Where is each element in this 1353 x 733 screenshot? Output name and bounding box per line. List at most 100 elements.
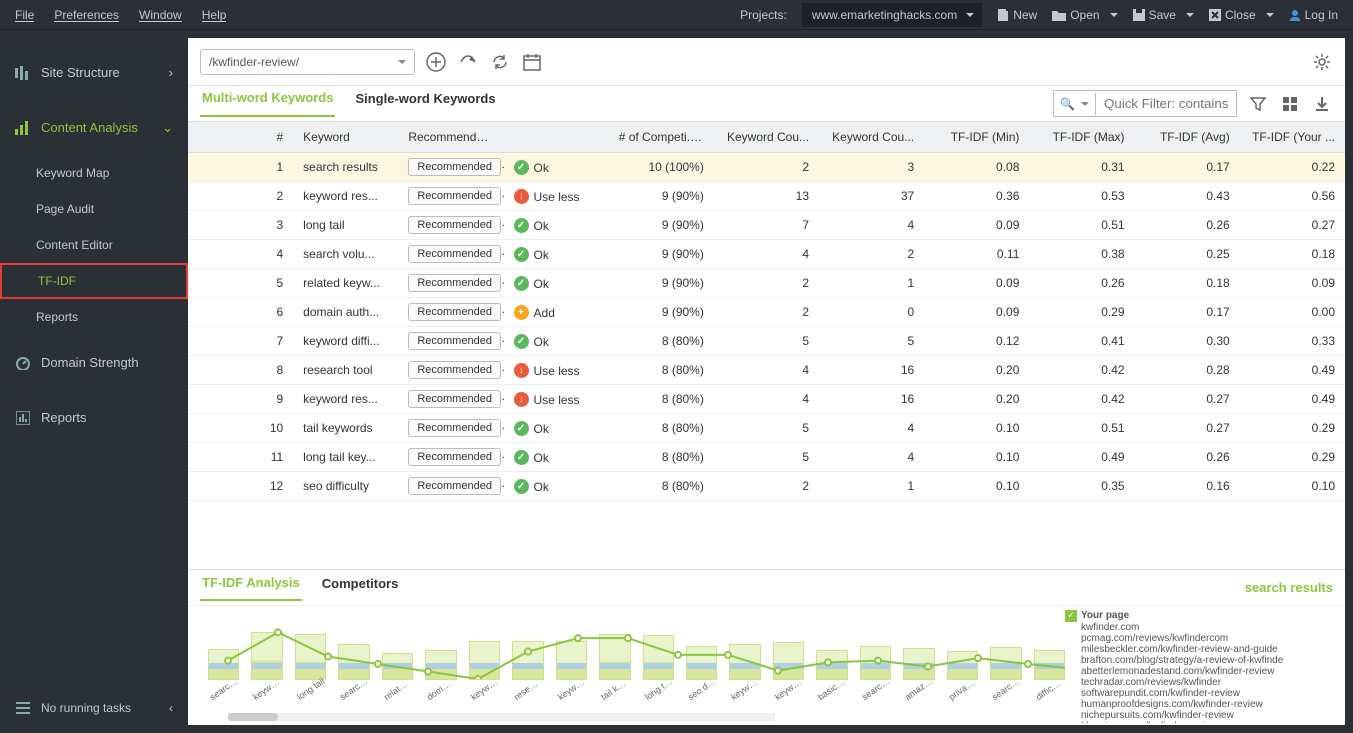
sidebar-item-reports[interactable]: Reports [0,390,188,445]
recommendation-badge[interactable]: Recommended [408,216,501,234]
share-icon[interactable] [457,51,479,73]
recommendation-badge[interactable]: Recommended [408,390,501,408]
status-icon: ✓ [514,421,529,436]
sidebar-label: Content Analysis [41,120,138,135]
status-icon: ↓ [514,189,529,204]
recommendation-badge[interactable]: Recommended [408,332,501,350]
tasks-icon [15,700,31,716]
sidebar-sub-page-audit[interactable]: Page Audit [0,191,188,227]
recommendation-badge[interactable]: Recommended [408,187,501,205]
filter-icon[interactable] [1247,93,1269,115]
column-header[interactable]: TF-IDF (Avg) [1135,122,1240,153]
menu-file[interactable]: File [15,8,34,22]
column-header[interactable]: # [188,122,293,153]
status-icon: ✓ [514,479,529,494]
status-icon: ✓ [514,247,529,262]
recommendation-badge[interactable]: Recommended [408,274,501,292]
recommendation-badge[interactable]: Recommended [408,158,501,176]
tab-multi-word[interactable]: Multi-word Keywords [200,90,335,117]
column-header[interactable]: Keyword Cou... [819,122,924,153]
status-icon: ✓ [514,218,529,233]
recommendation-badge[interactable]: Recommended [408,477,501,495]
column-header[interactable]: Recommendation [398,122,503,153]
save-button[interactable]: Save [1133,8,1194,22]
table-row[interactable]: 5related keyw...Recommended✓Ok9 (90%)210… [188,269,1345,298]
download-icon[interactable] [1311,93,1333,115]
sidebar-sub-tf-idf[interactable]: TF-IDF [0,263,188,299]
column-header[interactable]: TF-IDF (Your ... [1240,122,1345,153]
tab-tfidf-analysis[interactable]: TF-IDF Analysis [200,575,302,601]
table-row[interactable]: 1search resultsRecommended✓Ok10 (100%)23… [188,153,1345,182]
sidebar-sub-reports[interactable]: Reports [0,299,188,335]
column-header[interactable]: TF-IDF (Min) [924,122,1029,153]
project-dropdown[interactable]: www.emarketinghacks.com [802,3,982,27]
caret-down-icon [1186,13,1194,17]
sidebar-item-site-structure[interactable]: Site Structure › [0,45,188,100]
column-header[interactable]: Keyword [293,122,398,153]
task-label: No running tasks [41,701,131,715]
table-row[interactable]: 10tail keywordsRecommended✓Ok8 (80%)540.… [188,414,1345,443]
tab-single-word[interactable]: Single-word Keywords [353,91,497,116]
document-icon [997,9,1009,21]
calendar-icon[interactable] [521,51,543,73]
tfidf-chart: search re...keyword re...long tailsearch… [188,605,1345,725]
caret-down-icon [1110,13,1118,17]
caret-down-icon [1266,13,1274,17]
sidebar-sub-content-editor[interactable]: Content Editor [0,227,188,263]
table-row[interactable]: 3long tailRecommended✓Ok9 (90%)740.090.5… [188,211,1345,240]
add-icon[interactable] [425,51,447,73]
sidebar-label: Site Structure [41,65,120,80]
column-header[interactable]: Keyword Cou... [714,122,819,153]
table-row[interactable]: 11long tail key...Recommended✓Ok8 (80%)5… [188,443,1345,472]
open-button[interactable]: Open [1052,8,1117,22]
new-button[interactable]: New [997,8,1037,22]
sidebar-item-content-analysis[interactable]: Content Analysis ⌄ [0,100,188,155]
chart-selected-keyword: search results [1245,580,1333,595]
menu-help[interactable]: Help [202,8,227,22]
status-icon: ✓ [514,160,529,175]
quick-filter[interactable]: 🔍 [1053,90,1237,117]
save-icon [1133,9,1145,21]
tab-competitors[interactable]: Competitors [320,576,401,600]
sidebar-sub-keyword-map[interactable]: Keyword Map [0,155,188,191]
status-icon: ✓ [514,450,529,465]
column-header[interactable]: TF-IDF (Max) [1029,122,1134,153]
refresh-icon[interactable] [489,51,511,73]
status-icon: + [514,305,529,320]
close-button[interactable]: Close [1209,8,1274,22]
table-row[interactable]: 4search volu...Recommended✓Ok9 (90%)420.… [188,240,1345,269]
close-icon [1209,9,1221,21]
projects-label: Projects: [740,8,787,22]
gauge-icon [15,355,31,371]
recommendation-badge[interactable]: Recommended [408,361,501,379]
chevron-down-icon: ⌄ [162,120,173,136]
login-button[interactable]: Log In [1289,8,1338,22]
search-icon[interactable]: 🔍 [1054,93,1096,115]
grid-icon[interactable] [1279,93,1301,115]
sidebar-label: Domain Strength [41,355,139,370]
settings-icon[interactable] [1311,51,1333,73]
column-header[interactable] [504,122,609,153]
column-header[interactable]: # of Competi... ▼ [609,122,714,153]
caret-down-icon [966,13,974,17]
table-row[interactable]: 2keyword res...Recommended↓Use less9 (90… [188,182,1345,211]
filter-input[interactable] [1096,91,1236,116]
task-status[interactable]: No running tasks ‹ [0,683,188,733]
chevron-right-icon: › [169,65,173,80]
recommendation-badge[interactable]: Recommended [408,448,501,466]
user-icon [1289,9,1301,21]
menu-window[interactable]: Window [139,8,182,22]
recommendation-badge[interactable]: Recommended [408,303,501,321]
table-row[interactable]: 9keyword res...Recommended↓Use less8 (80… [188,385,1345,414]
recommendation-badge[interactable]: Recommended [408,419,501,437]
table-row[interactable]: 6domain auth...Recommended+Add9 (90%)200… [188,298,1345,327]
url-dropdown[interactable]: /kwfinder-review/ [200,49,415,75]
table-row[interactable]: 12seo difficultyRecommended✓Ok8 (80%)210… [188,472,1345,501]
caret-down-icon [398,60,406,64]
chart-scrollbar[interactable] [228,713,775,721]
table-row[interactable]: 8research toolRecommended↓Use less8 (80%… [188,356,1345,385]
recommendation-badge[interactable]: Recommended [408,245,501,263]
menu-preferences[interactable]: Preferences [54,8,119,22]
table-row[interactable]: 7keyword diffi...Recommended✓Ok8 (80%)55… [188,327,1345,356]
sidebar-item-domain-strength[interactable]: Domain Strength [0,335,188,390]
